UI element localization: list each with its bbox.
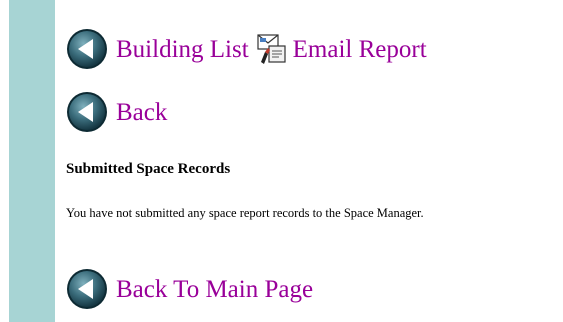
back-arrow-icon[interactable] [66,91,108,133]
back-link[interactable]: Back [116,100,167,125]
main-page-nav-row: Back To Main Page [66,268,313,310]
page: Building List Email Report Back Submitte… [0,0,563,322]
email-report-link[interactable]: Email Report [293,37,427,62]
empty-records-message: You have not submitted any space report … [66,206,424,220]
email-report-icon[interactable] [255,32,289,66]
top-nav-row: Building List Email Report [66,28,427,70]
back-arrow-icon[interactable] [66,268,108,310]
back-nav-row: Back [66,91,167,133]
back-to-main-page-link[interactable]: Back To Main Page [116,277,313,302]
section-title: Submitted Space Records [66,161,231,177]
back-arrow-icon[interactable] [66,28,108,70]
left-sidebar-strip [9,0,55,322]
building-list-link[interactable]: Building List [116,37,249,62]
